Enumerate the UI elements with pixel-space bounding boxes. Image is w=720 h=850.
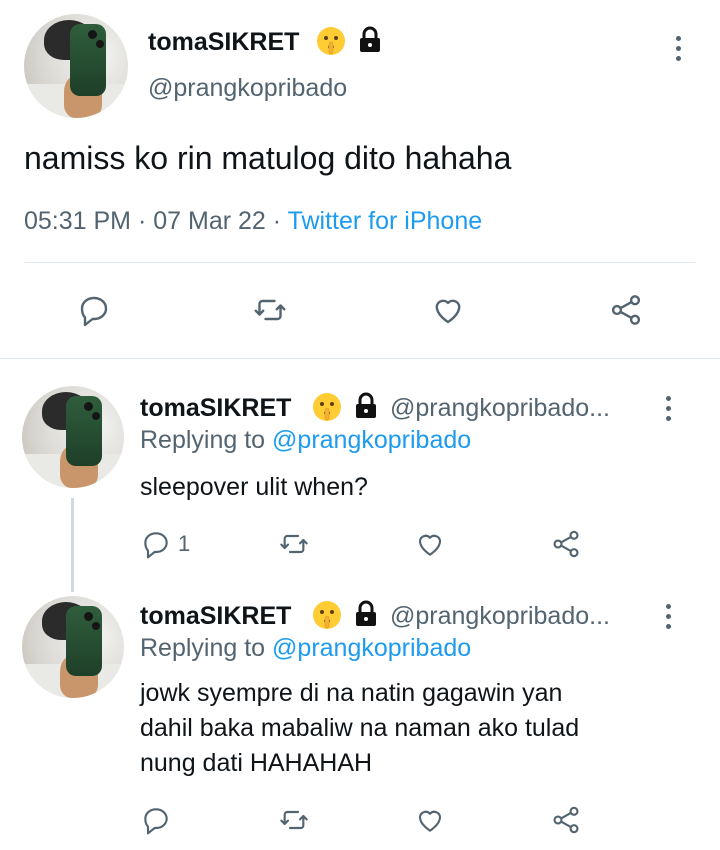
replying-to: Replying to @prangkopribado (140, 634, 471, 663)
more-vertical-icon[interactable] (674, 36, 682, 66)
share-button[interactable] (550, 528, 582, 560)
tweet-source-link[interactable]: Twitter for iPhone (288, 207, 483, 235)
replying-to: Replying to @prangkopribado (140, 426, 471, 455)
avatar[interactable] (22, 386, 124, 488)
tweet-text-line: nung dati HAHAHAH (140, 749, 373, 777)
like-button[interactable] (414, 528, 446, 560)
shushing-face-emoji (317, 27, 345, 55)
retweet-button[interactable] (252, 292, 288, 328)
meta-separator: · (272, 207, 282, 235)
reply-icon (80, 296, 108, 327)
display-name[interactable]: tomaSIKRET (140, 602, 291, 631)
mention-link[interactable]: @prangkopribado (272, 634, 471, 662)
tweet-time: 05:31 PM (24, 207, 132, 235)
handle[interactable]: @prangkopribado... (390, 602, 610, 631)
share-icon (553, 530, 579, 558)
reply-button[interactable] (140, 804, 172, 836)
tweet-text-line: jowk syempre di na natin gagawin yan (140, 679, 563, 707)
display-name[interactable]: tomaSIKRET (140, 394, 291, 423)
tweet-text: jowk syempre di na natin gagawin yan dah… (140, 676, 579, 781)
tweet-text-line: dahil baka mabaliw na naman ako tulad (140, 714, 580, 742)
thread-line (71, 498, 74, 592)
reply-icon (144, 532, 168, 559)
reply-count: 1 (178, 531, 191, 556)
shushing-face-emoji (313, 393, 341, 421)
avatar[interactable] (22, 596, 124, 698)
share-button[interactable] (608, 292, 644, 328)
share-icon (553, 806, 579, 834)
retweet-icon (280, 810, 308, 830)
lock-icon (356, 392, 376, 418)
retweet-button[interactable] (278, 804, 310, 836)
tweet-meta: 05:31 PM · 07 Mar 22 · Twitter for iPhon… (24, 207, 482, 236)
replying-to-label: Replying to (140, 426, 266, 454)
more-vertical-icon[interactable] (664, 396, 672, 426)
shushing-face-emoji (313, 601, 341, 629)
meta-separator: · (137, 207, 147, 235)
section-divider (0, 358, 720, 359)
share-icon (611, 295, 641, 325)
handle[interactable]: @prangkopribado... (390, 394, 610, 423)
retweet-icon (280, 534, 308, 554)
reply-icon (144, 808, 168, 835)
like-icon (418, 534, 442, 556)
reply-button[interactable] (76, 292, 112, 328)
like-button[interactable] (430, 292, 466, 328)
tweet-text: namiss ko rin matulog dito hahaha (24, 140, 512, 176)
handle[interactable]: @prangkopribado (148, 74, 347, 103)
tweet-date: 07 Mar 22 (153, 207, 266, 235)
lock-icon (360, 26, 380, 52)
reply-button[interactable]: 1 (140, 528, 190, 560)
mention-link[interactable]: @prangkopribado (272, 426, 471, 454)
retweet-button[interactable] (278, 528, 310, 560)
like-icon (418, 810, 442, 832)
retweet-icon (254, 299, 286, 321)
like-button[interactable] (414, 804, 446, 836)
tweet-text: sleepover ulit when? (140, 473, 368, 501)
like-icon (435, 299, 461, 324)
lock-icon (356, 600, 376, 626)
avatar[interactable] (24, 14, 128, 118)
divider (24, 262, 696, 263)
display-name[interactable]: tomaSIKRET (148, 28, 299, 57)
share-button[interactable] (550, 804, 582, 836)
more-vertical-icon[interactable] (664, 604, 672, 634)
replying-to-label: Replying to (140, 634, 266, 662)
